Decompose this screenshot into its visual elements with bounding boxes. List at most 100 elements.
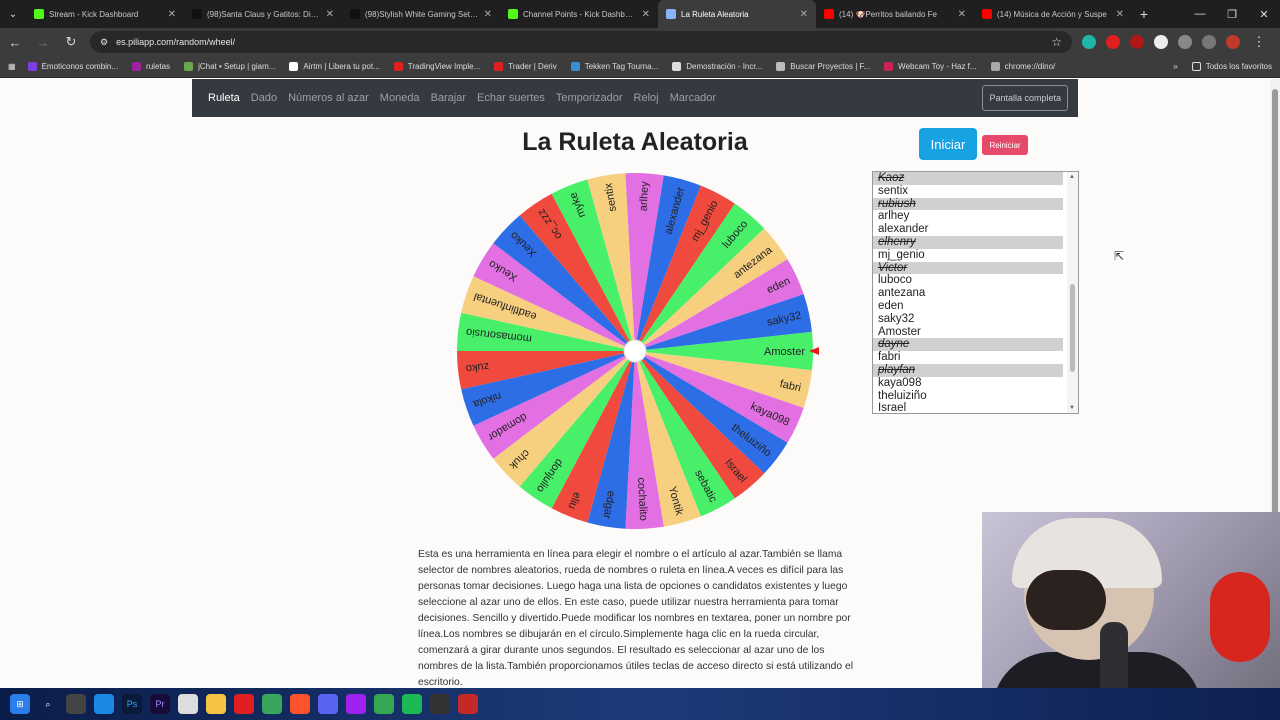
browser-tab[interactable]: (98)Stylish White Gaming Setup ✕ [342,0,500,28]
reload-icon[interactable]: ↻ [62,34,80,50]
pdf-icon[interactable] [458,694,478,714]
wheel-segment-label: cochalito [635,477,649,521]
new-tab-icon[interactable]: + [1132,6,1156,22]
bookmark-item[interactable]: jChat • Setup | giam... [184,62,275,71]
extension-icon[interactable] [1106,35,1120,49]
photoshop-icon[interactable]: Ps [122,694,142,714]
brave-icon[interactable] [290,694,310,714]
back-icon[interactable]: ← [6,35,24,50]
search-icon[interactable]: ⌕ [38,694,58,714]
scroll-up-icon[interactable]: ▲ [1069,174,1075,180]
close-tab-icon[interactable]: ✕ [800,9,808,20]
close-tab-icon[interactable]: ✕ [1116,9,1124,20]
scroll-down-icon[interactable]: ▼ [1069,405,1075,411]
names-scroll-thumb[interactable] [1070,284,1075,372]
bookmark-item[interactable]: Tekken Tag Tourna... [570,62,658,71]
close-tab-icon[interactable]: ✕ [168,9,176,20]
profile-avatar[interactable] [1226,35,1240,49]
name-line: eden [878,299,904,312]
minimize-icon[interactable]: — [1184,8,1216,21]
media-controls-icon[interactable] [1202,35,1216,49]
site-nav-item[interactable]: Dado [251,92,277,104]
close-tab-icon[interactable]: ✕ [958,9,966,20]
site-info-icon[interactable]: ⚙ [100,37,108,48]
bookmark-item[interactable]: TradingView Imple... [393,62,480,71]
site-nav-item[interactable]: Echar suertes [477,92,545,104]
bookmark-item[interactable]: Airtm | Libera tu pot... [289,62,380,71]
bookmark-item[interactable]: Webcam Toy - Haz f... [884,62,977,71]
name-line: Victor [873,261,1063,275]
site-nav-item[interactable]: Reloj [634,92,659,104]
names-scrollbar[interactable]: ▲ ▼ [1067,172,1078,413]
site-nav: Ruleta Dado Números al azar Moneda Barajar Ec… [192,79,1078,117]
restore-icon[interactable]: ❐ [1216,8,1248,21]
browser-tab[interactable]: (98)Santa Claus y Gatitos: Diver ✕ [184,0,342,28]
bookmark-item[interactable]: ruletas [132,62,170,71]
bookmark-label: Webcam Toy - Haz f... [898,62,977,71]
site-nav-item[interactable]: Temporizador [556,92,623,104]
windows-start-icon[interactable]: ⊞ [10,694,30,714]
mouse-cursor-icon: ⇱ [1114,249,1125,263]
extension-icon[interactable] [1082,35,1096,49]
site-nav-item[interactable]: Barajar [431,92,466,104]
browser-tab[interactable]: La Ruleta Aleatoria ✕ [658,0,816,28]
browser-tab[interactable]: (14) Música de Acción y Suspe ✕ [974,0,1132,28]
bookmark-item[interactable]: Buscar Proyectos | F... [776,62,870,71]
name-line: luboco [878,274,912,287]
premiere-icon[interactable]: Pr [150,694,170,714]
close-tab-icon[interactable]: ✕ [642,9,650,20]
app-icon[interactable] [234,694,254,714]
all-bookmarks-folder[interactable]: Todos los favoritos [1191,62,1272,71]
obs-icon[interactable] [430,694,450,714]
menu-kebab-icon[interactable]: ⋮ [1250,34,1268,50]
tab-favicon-icon [508,9,518,19]
bookmark-label: chrome://dino/ [1004,62,1056,71]
page-scroll-thumb[interactable] [1272,89,1278,559]
bookmark-item[interactable]: Demostración - Incr... [672,62,762,71]
chrome-icon[interactable] [374,694,394,714]
site-nav-item[interactable]: Números al azar [288,92,369,104]
close-tab-icon[interactable]: ✕ [484,9,492,20]
copilot-icon[interactable] [66,694,86,714]
apps-grid-icon[interactable]: ▦ [8,62,16,71]
browser-tab[interactable]: Stream - Kick Dashboard ✕ [26,0,184,28]
fullscreen-button[interactable]: Pantalla completa [982,85,1068,111]
name-line: fabri [878,351,901,364]
name-line: mj_genio [878,248,925,261]
close-window-icon[interactable]: ✕ [1248,8,1280,21]
more-bookmarks-icon[interactable]: » [1173,62,1177,71]
extensions-puzzle-icon[interactable] [1178,35,1192,49]
browser-tab-bar: ⌄ Stream - Kick Dashboard ✕ (98)Santa Clau… [0,0,1280,28]
reset-button[interactable]: Reiniciar [982,135,1028,155]
bookmark-star-icon[interactable]: ☆ [1051,35,1062,49]
edge-icon[interactable] [94,694,114,714]
forward-icon[interactable]: → [34,35,52,50]
bookmark-favicon-icon [776,62,786,71]
bookmark-favicon-icon [289,62,299,71]
spinner-wheel[interactable]: Amosterfabrikaya098theluiziñoIsraelsebat… [453,171,819,537]
site-nav-item[interactable]: Ruleta [208,92,240,104]
close-tab-icon[interactable]: ✕ [326,9,334,20]
opera-gx-icon[interactable] [346,694,366,714]
start-button[interactable]: Iniciar [919,128,977,160]
site-nav-item[interactable]: Marcador [670,92,716,104]
discord-icon[interactable] [318,694,338,714]
wheel-segment-label: zuko [465,360,489,374]
extension-icon[interactable] [1130,35,1144,49]
browser-tab[interactable]: Channel Points - Kick Dashboard ✕ [500,0,658,28]
name-line: kaya098 [878,376,922,389]
bookmark-item[interactable]: Emoticonos combin... [27,62,118,71]
tab-title: Stream - Kick Dashboard [49,9,139,19]
file-explorer-icon[interactable] [206,694,226,714]
store-icon[interactable] [178,694,198,714]
minecraft-icon[interactable] [262,694,282,714]
bookmark-item[interactable]: chrome://dino/ [990,62,1056,71]
url-input[interactable]: ⚙ es.piliapp.com/random/wheel/ ☆ [90,31,1072,53]
spotify-icon[interactable] [402,694,422,714]
names-textarea[interactable]: Kaoz sentix rubiush arlhey alexander elhenry m… [872,171,1079,414]
tab-search-icon[interactable]: ⌄ [0,9,26,20]
site-nav-item[interactable]: Moneda [380,92,420,104]
browser-tab[interactable]: (14) 🐶Perritos bailando Fe ✕ [816,0,974,28]
bookmark-item[interactable]: Trader | Deriv [494,62,557,71]
extension-icon[interactable] [1154,35,1168,49]
